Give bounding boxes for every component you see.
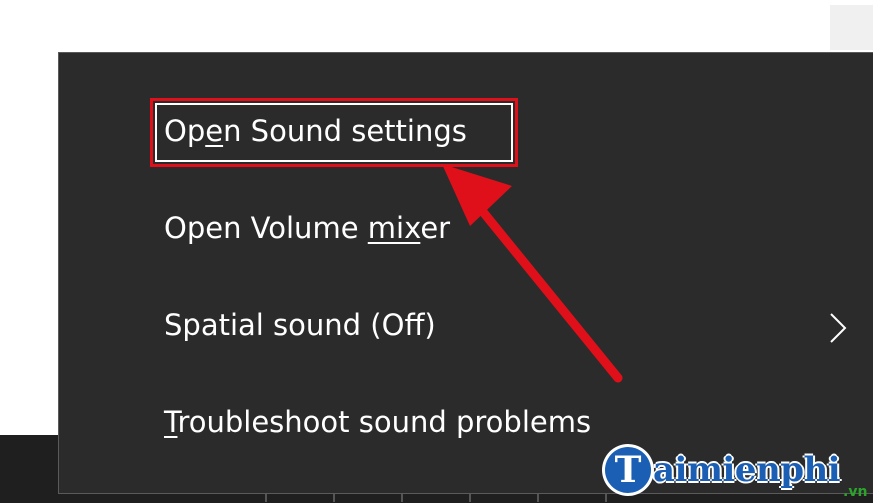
background-window [830,5,873,50]
menu-item-label: Open Volume mixer [164,211,451,245]
access-key: mix [367,211,421,245]
watermark: T aimienphi .vn [605,440,867,500]
menu-item-open-volume-mixer[interactable]: Open Volume mixer [59,198,873,258]
chevron-right-icon [830,313,847,343]
menu-item-open-sound-settings[interactable]: Open Sound settings [59,101,873,161]
watermark-text: aimienphi [653,450,841,490]
menu-item-spatial-sound[interactable]: Spatial sound (Off) [59,295,873,355]
menu-item-label: Troubleshoot sound problems [164,405,592,439]
watermark-logo: T [605,447,651,493]
menu-item-label: Open Sound settings [164,114,467,148]
access-key: e [205,114,224,148]
screenshot: Open Sound settings Open Volume mixer Sp… [0,0,873,503]
watermark-suffix: .vn [843,484,868,500]
context-menu: Open Sound settings Open Volume mixer Sp… [58,52,873,494]
menu-item-label: Spatial sound (Off) [164,308,436,342]
access-key: T [164,405,178,439]
